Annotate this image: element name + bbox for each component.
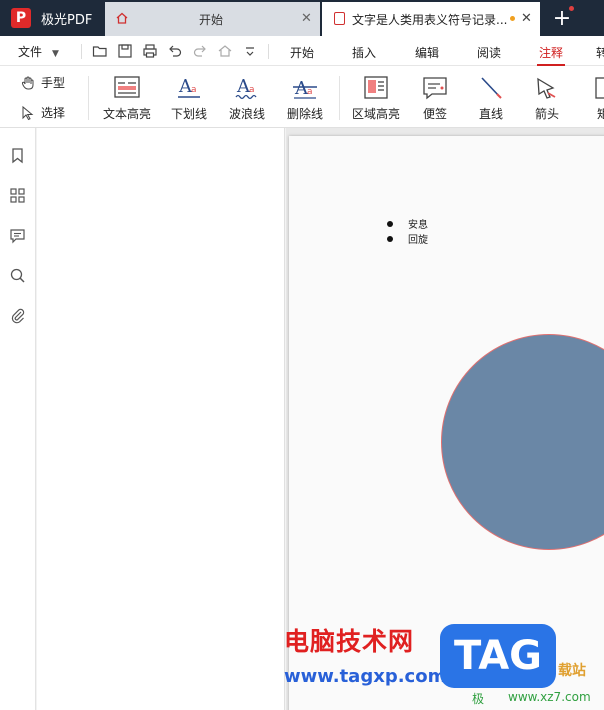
rectangle-label: 矩	[596, 107, 604, 121]
arrow-icon	[537, 77, 556, 99]
home-page-icon[interactable]	[217, 43, 233, 59]
straight-line-icon	[481, 77, 502, 99]
hand-tool-button[interactable]: 手型	[20, 74, 65, 91]
line-label: 直线	[478, 107, 503, 121]
menu-convert[interactable]: 转	[596, 44, 604, 61]
file-menu[interactable]: 文件 ▼	[18, 43, 59, 60]
unsaved-indicator	[510, 16, 515, 21]
select-tool-button[interactable]: 选择	[20, 104, 65, 121]
undo-icon[interactable]	[167, 43, 183, 59]
bullet-list: 安息 回旋	[387, 216, 428, 246]
tab-document[interactable]: 文字是人类用表义符号记录... ✕	[322, 2, 540, 36]
arrow-label: 箭头	[534, 107, 559, 121]
new-tab-button[interactable]: +	[548, 4, 576, 32]
tag-logo-icon: TAG	[440, 624, 556, 688]
svg-text:a: a	[249, 85, 255, 95]
underline-tool[interactable]: Aa 下划线	[160, 75, 218, 122]
strikethrough-tool[interactable]: Aa 删除线	[276, 75, 334, 122]
annotation-ribbon: 手型 选择 文本高亮 Aa 下划线 Aa 波浪线 Aa 删除线 区域高亮 便签 …	[0, 66, 604, 128]
cursor-icon	[22, 105, 34, 120]
area-highlight-tool[interactable]: 区域高亮	[347, 75, 405, 122]
strikethrough-label: 删除线	[286, 107, 323, 121]
strikethrough-icon: Aa	[293, 78, 317, 99]
menu-divider	[268, 44, 269, 59]
watermark-site2: www.xz7.com	[508, 690, 591, 704]
line-tool[interactable]: 直线	[462, 75, 520, 122]
menu-insert[interactable]: 插入	[352, 44, 376, 61]
left-sidebar	[0, 128, 36, 710]
file-menu-label: 文件	[18, 45, 43, 59]
tab-home-close-icon[interactable]: ✕	[301, 11, 312, 26]
svg-text:a: a	[191, 85, 197, 95]
text-highlight-icon	[114, 76, 140, 98]
watermark-ji: 极	[472, 692, 485, 706]
menu-bar: 文件 ▼ 开始 插入 编辑 阅读 注释 转	[0, 36, 604, 66]
menu-annotate[interactable]: 注释	[536, 44, 566, 66]
attachment-icon[interactable]	[9, 307, 26, 324]
side-panel	[37, 128, 285, 710]
hand-tool-label: 手型	[41, 76, 66, 90]
chevron-down-icon: ▼	[52, 49, 59, 59]
pdf-logo-icon: P	[11, 8, 31, 28]
menu-start[interactable]: 开始	[290, 44, 314, 61]
sticky-note-tool[interactable]: 便签	[406, 75, 464, 122]
menu-divider	[81, 44, 82, 59]
comment-icon[interactable]	[9, 227, 26, 244]
svg-text:a: a	[307, 87, 313, 97]
home-icon	[116, 12, 128, 24]
ribbon-divider	[339, 76, 340, 120]
underline-label: 下划线	[170, 107, 207, 121]
pdf-file-icon	[334, 12, 345, 25]
tab-home[interactable]: 开始 ✕	[105, 2, 320, 36]
watermark-title: 电脑技术网	[284, 627, 415, 656]
rectangle-icon	[595, 77, 604, 99]
save-icon[interactable]	[117, 43, 133, 59]
tab-home-label: 开始	[199, 12, 224, 27]
print-icon[interactable]	[142, 43, 158, 59]
sticky-note-icon	[423, 77, 447, 100]
wavy-line-tool[interactable]: Aa 波浪线	[218, 75, 276, 122]
underline-icon: Aa	[178, 76, 200, 98]
tab-document-label: 文字是人类用表义符号记录...	[352, 12, 508, 27]
circle-shape[interactable]	[441, 334, 604, 550]
title-tab-bar: P 极光PDF 开始 ✕ 文字是人类用表义符号记录... ✕ +	[0, 0, 604, 36]
watermark-url: www.tagxp.com	[284, 666, 447, 687]
select-tool-label: 选择	[41, 106, 66, 120]
area-highlight-label: 区域高亮	[351, 107, 400, 121]
text-highlight-tool[interactable]: 文本高亮	[98, 75, 156, 122]
menu-edit[interactable]: 编辑	[415, 44, 439, 61]
app-name: 极光PDF	[41, 12, 93, 28]
app-logo[interactable]: P 极光PDF	[0, 0, 105, 36]
app-window: P 极光PDF 开始 ✕ 文字是人类用表义符号记录... ✕ + 文件 ▼ 开始…	[0, 0, 604, 710]
list-item: 安息	[387, 216, 428, 231]
watermark-side-text: 载站	[558, 663, 586, 679]
text-highlight-label: 文本高亮	[102, 107, 151, 121]
arrow-tool[interactable]: 箭头	[518, 75, 576, 122]
list-item: 回旋	[387, 231, 428, 246]
sticky-note-label: 便签	[422, 107, 447, 121]
ribbon-divider	[88, 76, 89, 120]
notification-dot	[569, 6, 574, 11]
menu-read[interactable]: 阅读	[477, 44, 501, 61]
rectangle-tool[interactable]: 矩	[576, 75, 604, 122]
bookmark-icon[interactable]	[9, 147, 26, 164]
hand-icon	[22, 76, 34, 89]
wavy-underline-icon: Aa	[235, 76, 257, 100]
wavy-line-label: 波浪线	[228, 107, 265, 121]
search-icon[interactable]	[9, 267, 26, 284]
open-folder-icon[interactable]	[92, 43, 108, 59]
customize-toolbar-icon[interactable]	[242, 43, 258, 59]
redo-icon[interactable]	[192, 43, 208, 59]
watermark: 电脑技术网 www.tagxp.com TAG 载站 极 www.xz7.com	[280, 622, 604, 710]
area-highlight-icon	[364, 76, 388, 99]
tab-document-close-icon[interactable]: ✕	[521, 11, 532, 26]
thumbnails-icon[interactable]	[9, 187, 26, 204]
